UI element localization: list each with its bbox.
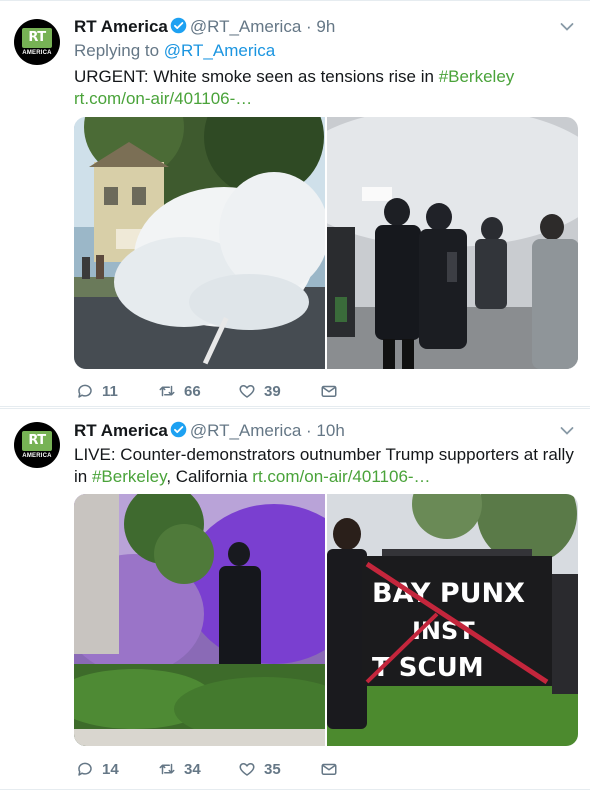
retweet-count: 34 <box>184 760 201 778</box>
retweet-button[interactable]: 34 <box>158 760 238 778</box>
chevron-down-icon[interactable] <box>560 426 574 436</box>
tweet-actions: 14 34 35 <box>76 760 382 778</box>
tweet-actions: 11 66 39 <box>76 382 382 400</box>
retweet-count: 66 <box>184 382 201 400</box>
heart-icon <box>239 385 255 398</box>
envelope-icon <box>321 763 337 775</box>
media-grid <box>74 117 578 369</box>
separator: · <box>306 17 312 36</box>
separator: · <box>306 421 312 440</box>
url-link[interactable]: rt.com/on-air/401106-… <box>74 89 252 108</box>
rt-logo-subtitle: AMERICA <box>22 453 52 459</box>
bay-punx-banner-photo[interactable]: BAY PUNX INST T SCUM <box>327 494 578 746</box>
like-count: 39 <box>264 382 281 400</box>
hashtag-link[interactable]: #Berkeley <box>439 67 515 86</box>
rt-logo-subtitle: AMERICA <box>22 50 52 56</box>
author-name[interactable]: RT America <box>74 17 168 36</box>
retweet-button[interactable]: 66 <box>158 382 238 400</box>
timestamp[interactable]: 10h <box>316 421 344 440</box>
retweet-icon <box>159 385 175 397</box>
chevron-down-icon[interactable] <box>560 22 574 32</box>
url-link[interactable]: rt.com/on-air/401106-… <box>252 467 430 486</box>
verified-badge-icon <box>170 17 187 34</box>
rt-logo: RT <box>22 431 52 451</box>
replying-prefix: Replying to <box>74 41 160 60</box>
author-handle[interactable]: @RT_America <box>190 421 301 440</box>
tweet-text: URGENT: White smoke seen as tensions ris… <box>74 66 574 110</box>
white-smoke-street-photo[interactable] <box>74 117 325 369</box>
tweet-1[interactable]: RT AMERICA RT America @RT_America · 9h Re… <box>0 0 590 407</box>
message-button[interactable] <box>320 382 346 400</box>
message-button[interactable] <box>320 760 346 778</box>
reply-button[interactable]: 14 <box>76 760 158 778</box>
tweet-text-body: URGENT: White smoke seen as tensions ris… <box>74 67 439 86</box>
like-button[interactable]: 39 <box>238 382 320 400</box>
heart-icon <box>239 763 255 776</box>
purple-smoke-police-photo[interactable] <box>74 494 325 746</box>
retweet-icon <box>159 763 175 775</box>
reply-button[interactable]: 11 <box>76 382 158 400</box>
tweet-2[interactable]: RT AMERICA RT America @RT_America · 10h L… <box>0 408 590 790</box>
author-name[interactable]: RT America <box>74 421 168 440</box>
timestamp[interactable]: 9h <box>316 17 335 36</box>
avatar[interactable]: RT AMERICA <box>14 19 60 65</box>
tweet-text-tail: , California <box>166 467 253 486</box>
media-grid: BAY PUNX INST T SCUM <box>74 494 578 746</box>
rt-logo: RT <box>22 28 52 48</box>
tweet-header: RT America @RT_America · 9h <box>74 16 335 38</box>
reply-count: 14 <box>102 760 119 778</box>
hashtag-link[interactable]: #Berkeley <box>92 467 166 486</box>
banner-text-line-3: T SCUM <box>372 653 484 683</box>
like-button[interactable]: 35 <box>238 760 320 778</box>
author-handle[interactable]: @RT_America <box>190 17 301 36</box>
reply-count: 11 <box>102 382 118 400</box>
envelope-icon <box>321 385 337 397</box>
police-in-smoke-photo[interactable] <box>327 117 578 369</box>
reply-icon <box>78 384 92 398</box>
tweet-header: RT America @RT_America · 10h <box>74 420 345 442</box>
replying-to: Replying to @RT_America <box>74 41 275 61</box>
tweet-text: LIVE: Counter-demonstrators outnumber Tr… <box>74 444 574 488</box>
avatar[interactable]: RT AMERICA <box>14 422 60 468</box>
like-count: 35 <box>264 760 281 778</box>
replying-handle-link[interactable]: @RT_America <box>164 41 275 60</box>
verified-badge-icon <box>170 421 187 438</box>
reply-icon <box>78 762 92 776</box>
